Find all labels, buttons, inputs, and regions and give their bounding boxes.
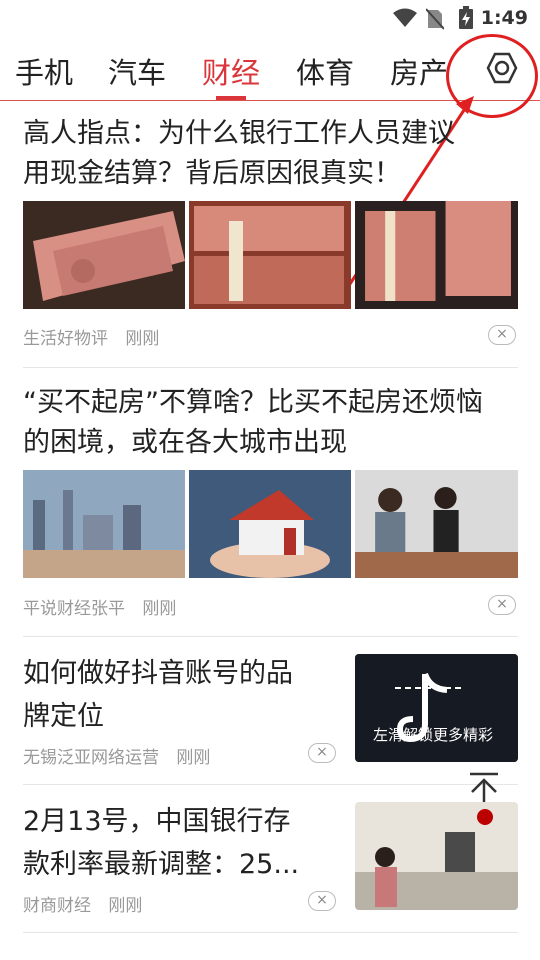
article-meta: 无锡泛亚网络运营 刚刚 [23,743,222,768]
article-meta: 财商财经 刚刚 [23,891,154,916]
annotation-circle [446,34,538,118]
close-icon[interactable]: × [488,595,516,615]
house-in-hand-image [189,470,351,578]
cash-bundle-image [355,201,518,309]
tab-auto[interactable]: 汽车 [108,50,166,92]
tab-realestate[interactable]: 房产 [390,50,448,92]
article-source: 财商财经 [23,896,91,916]
tab-phone[interactable]: 手机 [15,50,73,92]
article-title: “买不起房”不算啥？比买不起房还烦恼 的困境，或在各大城市出现 [23,387,483,458]
article-time: 刚刚 [125,329,160,349]
article-time: 刚刚 [142,599,177,619]
divider [23,784,518,785]
tab-sports[interactable]: 体育 [296,50,354,92]
article-title: 高人指点：为什么银行工作人员建议 用现金结算？背后原因很真实！ [23,118,455,189]
city-skyline-image [23,470,185,578]
article-source: 生活好物评 [23,329,108,349]
article-image-row[interactable] [23,470,518,578]
article-meta: 生活好物评 刚刚 [23,324,171,349]
money-stack-image [189,201,351,309]
divider [23,932,518,933]
douyin-logo-icon [355,654,518,762]
wifi-icon [393,8,417,27]
article-source: 平说财经张平 [23,599,125,619]
divider [23,636,518,637]
close-icon[interactable]: × [308,743,336,763]
article-card[interactable]: “买不起房”不算啥？比买不起房还烦恼 的困境，或在各大城市出现 [23,383,518,463]
sales-office-image [355,470,518,578]
douyin-thumbnail[interactable]: 左滑解锁更多精彩 [355,654,518,762]
article-card[interactable]: 如何做好抖音账号的品 牌定位 [23,652,343,738]
close-icon[interactable]: × [308,891,336,911]
divider [23,367,518,368]
article-card[interactable]: 高人指点：为什么银行工作人员建议 用现金结算？背后原因很真实！ [23,114,518,194]
bank-counter-image [355,802,518,910]
active-tab-indicator [216,96,246,100]
article-time: 刚刚 [108,896,143,916]
status-bar: 1:49 [0,0,540,36]
article-time: 刚刚 [176,748,211,768]
money-image [23,201,185,309]
article-source: 无锡泛亚网络运营 [23,748,159,768]
thumbnail-caption: 左滑解锁更多精彩 [373,726,494,744]
article-image-row[interactable] [23,201,518,309]
article-title: 如何做好抖音账号的品 牌定位 [23,658,293,732]
no-sim-icon [426,8,444,30]
close-icon[interactable]: × [488,325,516,345]
article-meta: 平说财经张平 刚刚 [23,594,188,619]
bank-image[interactable] [355,802,518,910]
article-title: 2月13号，中国银行存 款利率最新调整：25... [23,806,300,880]
article-card[interactable]: 2月13号，中国银行存 款利率最新调整：25... [23,800,343,886]
clock: 1:49 [480,7,528,29]
battery-charging-icon [459,6,473,29]
tab-finance[interactable]: 财经 [202,50,260,92]
